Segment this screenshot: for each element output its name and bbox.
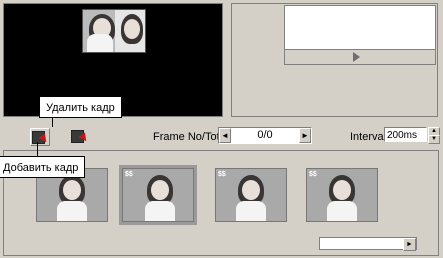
spin-down-icon[interactable]: ▼ bbox=[428, 135, 440, 144]
preview-image bbox=[82, 9, 146, 53]
frame-thumbnail[interactable]: $$ bbox=[119, 165, 197, 225]
add-frame-callout: Добавить кадр bbox=[0, 156, 86, 178]
add-frame-button[interactable] bbox=[30, 128, 50, 146]
frame-number-label: Frame No/Total bbox=[153, 131, 229, 143]
delete-frame-button[interactable] bbox=[70, 128, 90, 144]
player-controls bbox=[285, 49, 435, 64]
callout-leader bbox=[37, 142, 38, 157]
interval-label: Interval bbox=[350, 131, 387, 143]
frame-number-value: 0/0 bbox=[257, 129, 273, 141]
strip-scrollbar[interactable]: ► bbox=[319, 237, 417, 251]
output-player bbox=[284, 5, 436, 65]
frame-next-button[interactable]: ► bbox=[299, 128, 311, 143]
scrollbar-thumb[interactable] bbox=[320, 238, 402, 249]
interval-input[interactable]: 200ms bbox=[384, 127, 427, 142]
play-icon[interactable] bbox=[353, 52, 360, 62]
frame-toolbar: Frame No/Total ◄ 0/0 ► Interval 200ms ▲ … bbox=[3, 124, 440, 148]
frame-prev-button[interactable]: ◄ bbox=[219, 128, 231, 143]
frame-thumbnail[interactable]: $$ bbox=[215, 168, 287, 222]
scroll-right-icon[interactable]: ► bbox=[403, 238, 416, 251]
delete-frame-callout: Удалить кадр bbox=[39, 96, 122, 118]
interval-spinner[interactable]: ▲ ▼ bbox=[428, 127, 440, 144]
output-panel bbox=[231, 3, 438, 117]
frame-thumbnail[interactable]: $$ bbox=[306, 168, 378, 222]
frame-number-field[interactable]: ◄ 0/0 ► bbox=[218, 127, 312, 144]
